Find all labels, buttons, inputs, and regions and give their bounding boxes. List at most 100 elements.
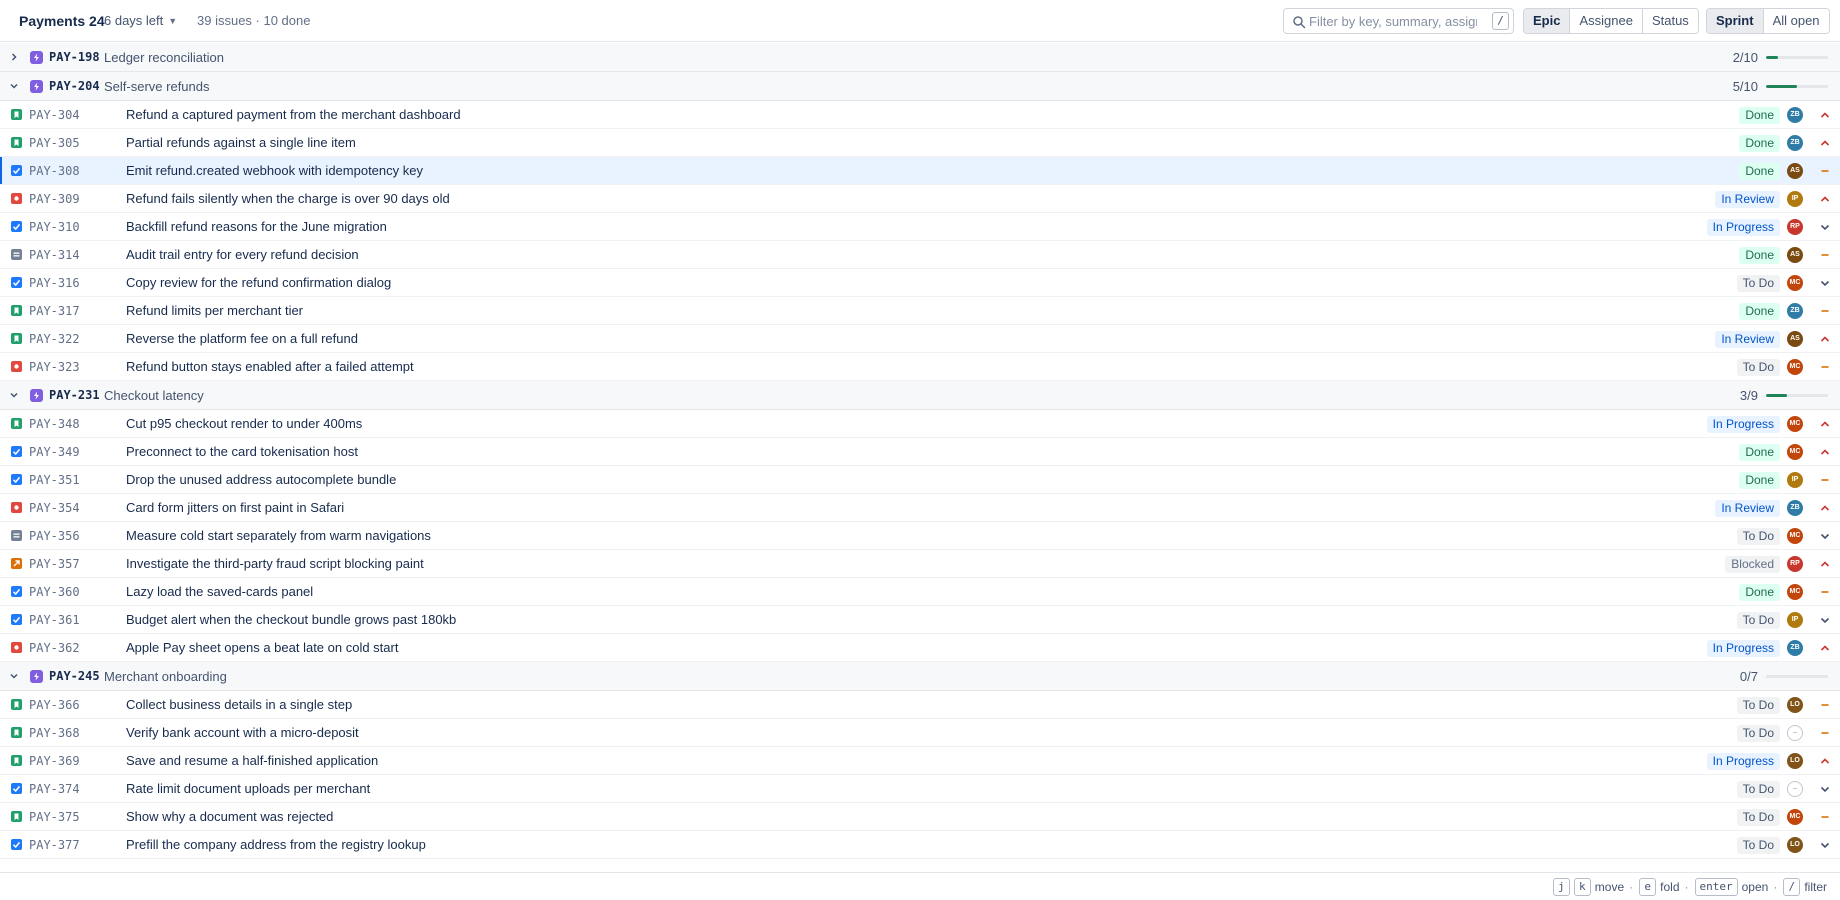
status-badge[interactable]: To Do bbox=[1736, 725, 1780, 742]
issue-title[interactable]: Refund a captured payment from the merch… bbox=[126, 107, 461, 122]
issue-key[interactable]: PAY-314 bbox=[29, 248, 80, 262]
issue-key[interactable]: PAY-305 bbox=[29, 136, 80, 150]
issue-title[interactable]: Reverse the platform fee on a full refun… bbox=[126, 331, 358, 346]
issue-key[interactable]: PAY-349 bbox=[29, 445, 80, 459]
status-badge[interactable]: Done bbox=[1739, 444, 1780, 461]
status-badge[interactable]: In Review bbox=[1715, 500, 1780, 517]
issue-row[interactable]: PAY-368 Verify bank account with a micro-… bbox=[0, 719, 1840, 747]
issue-row[interactable]: PAY-377 Prefill the company address from … bbox=[0, 831, 1840, 859]
status-badge[interactable]: To Do bbox=[1736, 697, 1780, 714]
issue-row[interactable]: PAY-357 Investigate the third-party fraud… bbox=[0, 550, 1840, 578]
group-by-epic[interactable]: Epic bbox=[1524, 9, 1571, 33]
avatar[interactable]: RP bbox=[1787, 556, 1803, 572]
status-badge[interactable]: In Progress bbox=[1706, 753, 1780, 770]
issue-key[interactable]: PAY-368 bbox=[29, 726, 80, 740]
chevron-right-icon[interactable] bbox=[9, 52, 19, 62]
issue-title[interactable]: Preconnect to the card tokenisation host bbox=[126, 444, 358, 459]
issue-key[interactable]: PAY-362 bbox=[29, 641, 80, 655]
status-badge[interactable]: To Do bbox=[1736, 275, 1780, 292]
issue-row[interactable]: PAY-309 Refund fails silently when the ch… bbox=[0, 185, 1840, 213]
issue-row[interactable]: PAY-366 Collect business details in a sin… bbox=[0, 691, 1840, 719]
avatar[interactable]: IP bbox=[1787, 612, 1803, 628]
group-by-assignee[interactable]: Assignee bbox=[1570, 9, 1643, 33]
scope-sprint[interactable]: Sprint bbox=[1707, 9, 1764, 33]
issue-key[interactable]: PAY-360 bbox=[29, 585, 80, 599]
issue-row[interactable]: PAY-308 Emit refund.created webhook with … bbox=[0, 157, 1840, 185]
avatar[interactable]: LO bbox=[1787, 837, 1803, 853]
issue-key[interactable]: PAY-357 bbox=[29, 557, 80, 571]
issue-row[interactable]: PAY-304 Refund a captured payment from th… bbox=[0, 101, 1840, 129]
issue-key[interactable]: PAY-351 bbox=[29, 473, 80, 487]
avatar-unassigned[interactable]: – bbox=[1787, 781, 1803, 797]
issue-row[interactable]: PAY-322 Reverse the platform fee on a ful… bbox=[0, 325, 1840, 353]
issue-key[interactable]: PAY-317 bbox=[29, 304, 80, 318]
issue-title[interactable]: Apple Pay sheet opens a beat late on col… bbox=[126, 640, 398, 655]
status-badge[interactable]: Done bbox=[1739, 247, 1780, 264]
issue-title[interactable]: Card form jitters on first paint in Safa… bbox=[126, 500, 344, 515]
status-badge[interactable]: Done bbox=[1739, 584, 1780, 601]
issue-key[interactable]: PAY-374 bbox=[29, 782, 80, 796]
avatar-unassigned[interactable]: – bbox=[1787, 725, 1803, 741]
status-badge[interactable]: In Progress bbox=[1706, 219, 1780, 236]
avatar[interactable]: MC bbox=[1787, 528, 1803, 544]
issue-key[interactable]: PAY-316 bbox=[29, 276, 80, 290]
issue-key[interactable]: PAY-322 bbox=[29, 332, 80, 346]
issue-title[interactable]: Rate limit document uploads per merchant bbox=[126, 781, 370, 796]
status-badge[interactable]: To Do bbox=[1736, 837, 1780, 854]
issue-title[interactable]: Verify bank account with a micro-deposit bbox=[126, 725, 359, 740]
filter-input[interactable] bbox=[1309, 11, 1477, 31]
issue-title[interactable]: Collect business details in a single ste… bbox=[126, 697, 352, 712]
avatar[interactable]: RP bbox=[1787, 219, 1803, 235]
status-badge[interactable]: Done bbox=[1739, 472, 1780, 489]
issue-key[interactable]: PAY-308 bbox=[29, 164, 80, 178]
issue-title[interactable]: Partial refunds against a single line it… bbox=[126, 135, 356, 150]
issue-row[interactable]: PAY-375 Show why a document was rejected T… bbox=[0, 803, 1840, 831]
avatar[interactable]: IP bbox=[1787, 191, 1803, 207]
issue-title[interactable]: Drop the unused address autocomplete bun… bbox=[126, 472, 396, 487]
status-badge[interactable]: Done bbox=[1739, 163, 1780, 180]
issue-row[interactable]: PAY-369 Save and resume a half-finished a… bbox=[0, 747, 1840, 775]
chevron-down-icon[interactable] bbox=[9, 81, 19, 91]
avatar[interactable]: AS bbox=[1787, 247, 1803, 263]
issue-title[interactable]: Emit refund.created webhook with idempot… bbox=[126, 163, 423, 178]
issue-title[interactable]: Prefill the company address from the reg… bbox=[126, 837, 426, 852]
avatar[interactable]: ZB bbox=[1787, 500, 1803, 516]
avatar[interactable]: AS bbox=[1787, 331, 1803, 347]
status-badge[interactable]: To Do bbox=[1736, 359, 1780, 376]
issue-row[interactable]: PAY-362 Apple Pay sheet opens a beat late… bbox=[0, 634, 1840, 662]
issue-title[interactable]: Refund button stays enabled after a fail… bbox=[126, 359, 414, 374]
epic-row[interactable]: PAY-204 Self-serve refunds 5/10 bbox=[0, 72, 1840, 101]
avatar[interactable]: ZB bbox=[1787, 640, 1803, 656]
issue-row[interactable]: PAY-361 Budget alert when the checkout bu… bbox=[0, 606, 1840, 634]
issue-row[interactable]: PAY-348 Cut p95 checkout render to under … bbox=[0, 410, 1840, 438]
issue-row[interactable]: PAY-305 Partial refunds against a single … bbox=[0, 129, 1840, 157]
avatar[interactable]: LO bbox=[1787, 697, 1803, 713]
avatar[interactable]: AS bbox=[1787, 163, 1803, 179]
issue-key[interactable]: PAY-354 bbox=[29, 501, 80, 515]
status-badge[interactable]: To Do bbox=[1736, 781, 1780, 798]
status-badge[interactable]: To Do bbox=[1736, 612, 1780, 629]
issue-key[interactable]: PAY-366 bbox=[29, 698, 80, 712]
avatar[interactable]: MC bbox=[1787, 584, 1803, 600]
avatar[interactable]: MC bbox=[1787, 416, 1803, 432]
sprint-days-dropdown[interactable]: 6 days left ▼ bbox=[104, 13, 177, 28]
issue-title[interactable]: Audit trail entry for every refund decis… bbox=[126, 247, 359, 262]
issue-row[interactable]: PAY-351 Drop the unused address autocompl… bbox=[0, 466, 1840, 494]
status-badge[interactable]: In Progress bbox=[1706, 640, 1780, 657]
avatar[interactable]: LO bbox=[1787, 753, 1803, 769]
issue-row[interactable]: PAY-354 Card form jitters on first paint … bbox=[0, 494, 1840, 522]
issue-title[interactable]: Refund fails silently when the charge is… bbox=[126, 191, 450, 206]
issue-key[interactable]: PAY-310 bbox=[29, 220, 80, 234]
avatar[interactable]: MC bbox=[1787, 359, 1803, 375]
avatar[interactable]: MC bbox=[1787, 275, 1803, 291]
issue-key[interactable]: PAY-375 bbox=[29, 810, 80, 824]
status-badge[interactable]: Done bbox=[1739, 135, 1780, 152]
status-badge[interactable]: Done bbox=[1739, 303, 1780, 320]
avatar[interactable]: MC bbox=[1787, 809, 1803, 825]
epic-row[interactable]: PAY-198 Ledger reconciliation 2/10 bbox=[0, 43, 1840, 72]
issue-title[interactable]: Copy review for the refund confirmation … bbox=[126, 275, 391, 290]
status-badge[interactable]: To Do bbox=[1736, 809, 1780, 826]
issue-key[interactable]: PAY-309 bbox=[29, 192, 80, 206]
chevron-down-icon[interactable] bbox=[9, 390, 19, 400]
issue-title[interactable]: Measure cold start separately from warm … bbox=[126, 528, 431, 543]
